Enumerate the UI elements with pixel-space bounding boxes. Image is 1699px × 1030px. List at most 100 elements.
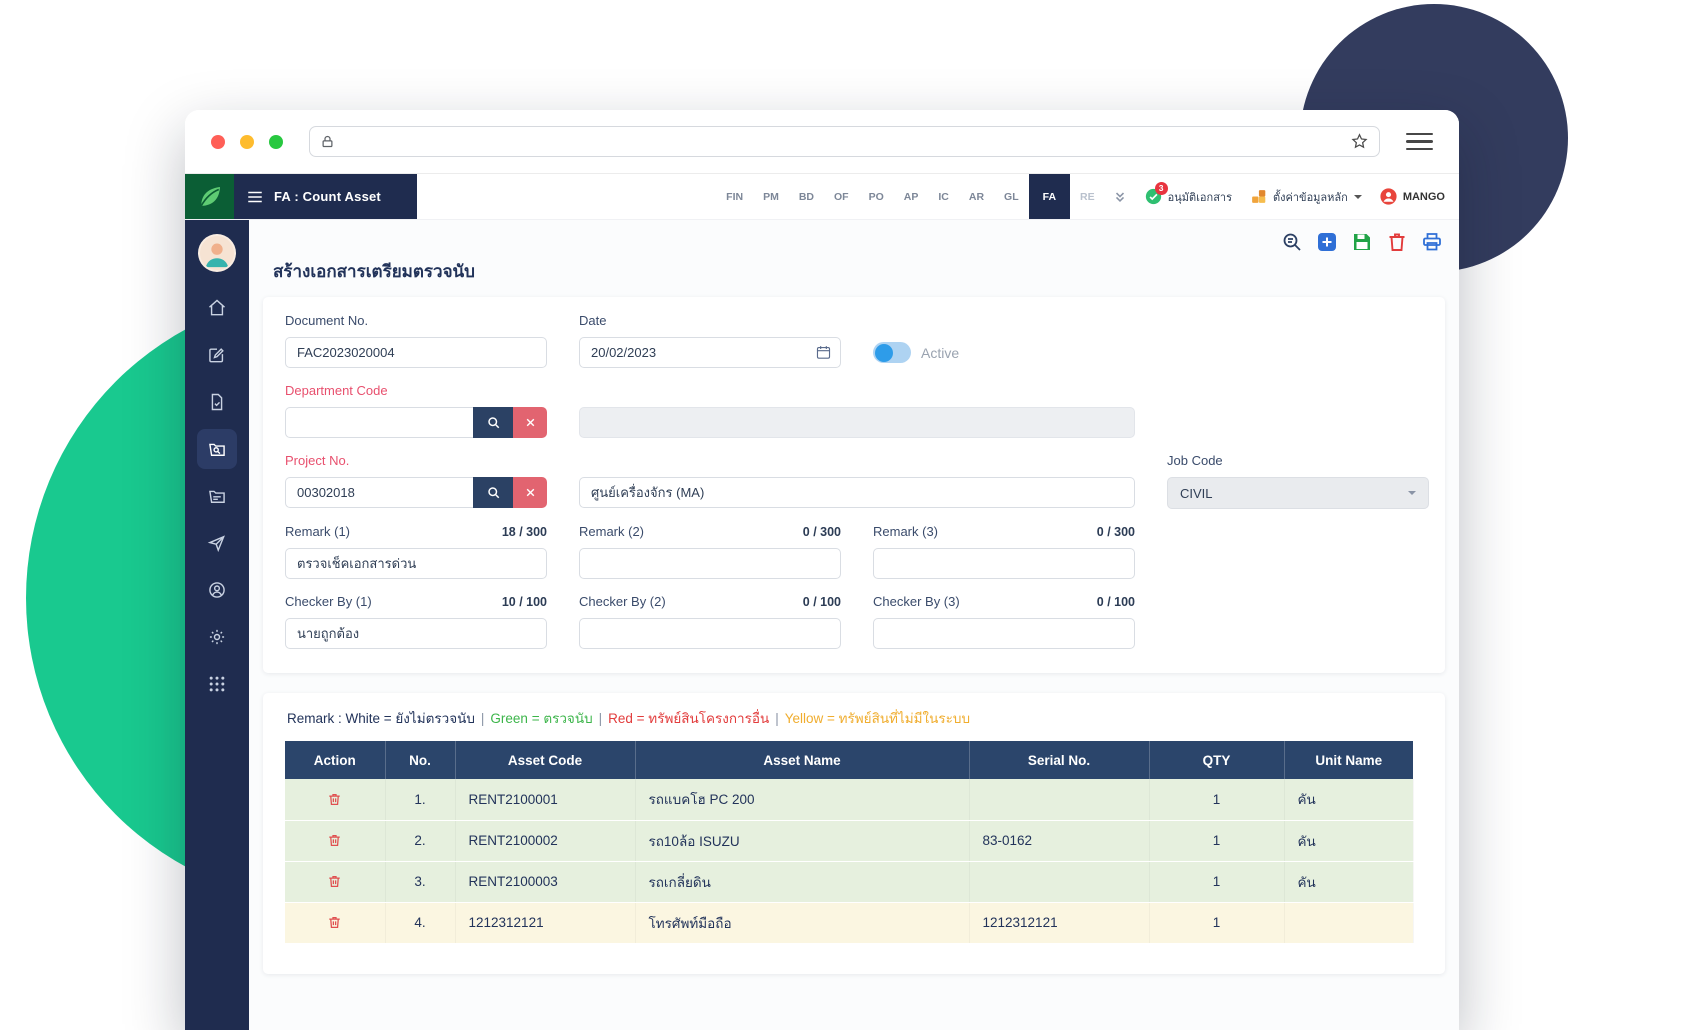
delete-row-button[interactable]: [325, 831, 344, 850]
master-data-settings-menu[interactable]: ตั้งค่าข้อมูลหลัก: [1250, 188, 1362, 206]
remark2-input[interactable]: [579, 548, 841, 579]
checker2-input[interactable]: [579, 618, 841, 649]
add-document-icon[interactable]: [1316, 231, 1338, 253]
department-code-input[interactable]: [285, 407, 473, 438]
caret-down-icon: [1408, 491, 1416, 495]
close-window-button[interactable]: [211, 135, 225, 149]
search-icon: [486, 415, 501, 430]
delete-row-button[interactable]: [325, 790, 344, 809]
delete-icon[interactable]: [1386, 231, 1408, 253]
status-legend: Remark : White = ยังไม่ตรวจนับ|Green = ต…: [287, 707, 1423, 729]
browser-menu-icon[interactable]: [1406, 133, 1433, 151]
nav-item-fin[interactable]: FIN: [716, 174, 753, 219]
row-qty: 1: [1149, 902, 1284, 943]
sidebar-toggle-icon[interactable]: [246, 188, 264, 206]
project-clear-button[interactable]: [513, 477, 547, 508]
nav-item-ic[interactable]: IC: [928, 174, 959, 219]
nav-item-gl[interactable]: GL: [994, 174, 1029, 219]
trash-icon: [327, 874, 342, 889]
calendar-icon[interactable]: [815, 344, 832, 361]
approve-documents-button[interactable]: 3 อนุมัติเอกสาร: [1145, 188, 1232, 206]
search-document-icon[interactable]: [1281, 231, 1303, 253]
print-icon[interactable]: [1421, 231, 1443, 253]
row-no: 3.: [385, 861, 455, 902]
nav-item-fa-active[interactable]: FA: [1029, 174, 1070, 219]
sidebar-item-apps[interactable]: [197, 664, 237, 704]
delete-row-button[interactable]: [325, 872, 344, 891]
home-icon: [207, 298, 227, 318]
row-serial-no: [969, 779, 1149, 820]
search-icon: [486, 485, 501, 500]
lock-icon: [320, 134, 335, 149]
settings-label: ตั้งค่าข้อมูลหลัก: [1273, 188, 1348, 206]
row-no: 2.: [385, 820, 455, 861]
maximize-window-button[interactable]: [269, 135, 283, 149]
table-row: 2. RENT2100002 รถ10ล้อ ISUZU 83-0162 1 ค…: [285, 820, 1413, 861]
checker1-input[interactable]: [285, 618, 547, 649]
sidebar-item-document-check[interactable]: [197, 382, 237, 422]
sidebar-item-home[interactable]: [197, 288, 237, 328]
nav-item-ar[interactable]: AR: [959, 174, 994, 219]
close-icon: [525, 487, 536, 498]
row-asset-code: RENT2100002: [455, 820, 635, 861]
minimize-window-button[interactable]: [240, 135, 254, 149]
row-qty: 1: [1149, 861, 1284, 902]
checker3-input[interactable]: [873, 618, 1135, 649]
sidebar-item-folder[interactable]: [197, 476, 237, 516]
project-no-input[interactable]: [285, 477, 473, 508]
nav-item-of[interactable]: OF: [824, 174, 859, 219]
trash-icon: [327, 915, 342, 930]
remark3-input[interactable]: [873, 548, 1135, 579]
bookmark-star-icon[interactable]: [1350, 132, 1369, 151]
nav-item-bd[interactable]: BD: [789, 174, 824, 219]
department-search-button[interactable]: [473, 407, 513, 438]
row-unit-name: คัน: [1284, 861, 1413, 902]
user-name: MANGO: [1403, 191, 1445, 203]
legend-red: Red = ทรัพย์สินโครงการอื่น: [608, 711, 769, 726]
paper-plane-icon: [207, 533, 227, 553]
project-search-button[interactable]: [473, 477, 513, 508]
approve-label: อนุมัติเอกสาร: [1168, 188, 1232, 206]
save-icon[interactable]: [1351, 231, 1373, 253]
job-code-select[interactable]: CIVIL: [1167, 477, 1429, 509]
remark1-input[interactable]: [285, 548, 547, 579]
user-avatar[interactable]: [198, 234, 236, 272]
remark2-label: Remark (2): [579, 524, 644, 539]
row-asset-code: 1212312121: [455, 902, 635, 943]
department-clear-button[interactable]: [513, 407, 547, 438]
leaf-icon: [195, 182, 225, 212]
user-menu[interactable]: MANGO: [1380, 188, 1445, 205]
nav-item-pm[interactable]: PM: [753, 174, 789, 219]
remark1-label: Remark (1): [285, 524, 350, 539]
table-header-row: Action No. Asset Code Asset Name Serial …: [285, 741, 1413, 779]
close-icon: [525, 417, 536, 428]
chevron-double-icon[interactable]: [1105, 190, 1135, 204]
user-avatar-icon: [1380, 188, 1397, 205]
delete-row-button[interactable]: [325, 913, 344, 932]
row-asset-name: รถแบคโฮ PC 200: [635, 779, 969, 820]
checker1-count: 10 / 100: [502, 595, 547, 609]
col-asset-name: Asset Name: [635, 741, 969, 779]
approve-count-badge: 3: [1155, 182, 1168, 195]
active-toggle[interactable]: [873, 342, 911, 363]
sidebar-item-edit-document[interactable]: [197, 335, 237, 375]
app-logo[interactable]: [185, 174, 234, 219]
nav-item-ap[interactable]: AP: [894, 174, 929, 219]
date-input[interactable]: [579, 337, 841, 368]
sidebar-item-settings[interactable]: [197, 617, 237, 657]
address-bar[interactable]: [309, 126, 1380, 157]
nav-item-po[interactable]: PO: [859, 174, 894, 219]
project-description-field: ศูนย์เครื่องจักร (MA): [579, 477, 1135, 508]
row-no: 1.: [385, 779, 455, 820]
legend-yellow: Yellow = ทรัพย์สินที่ไม่มีในระบบ: [785, 711, 970, 726]
sidebar-item-folder-search[interactable]: [197, 429, 237, 469]
sidebar-item-profile[interactable]: [197, 570, 237, 610]
document-no-input[interactable]: [285, 337, 547, 368]
checker2-label: Checker By (2): [579, 594, 666, 609]
col-serial-no: Serial No.: [969, 741, 1149, 779]
nav-item-re[interactable]: RE: [1070, 174, 1105, 219]
sidebar-item-send[interactable]: [197, 523, 237, 563]
row-asset-code: RENT2100003: [455, 861, 635, 902]
remark3-label: Remark (3): [873, 524, 938, 539]
remark1-count: 18 / 300: [502, 525, 547, 539]
